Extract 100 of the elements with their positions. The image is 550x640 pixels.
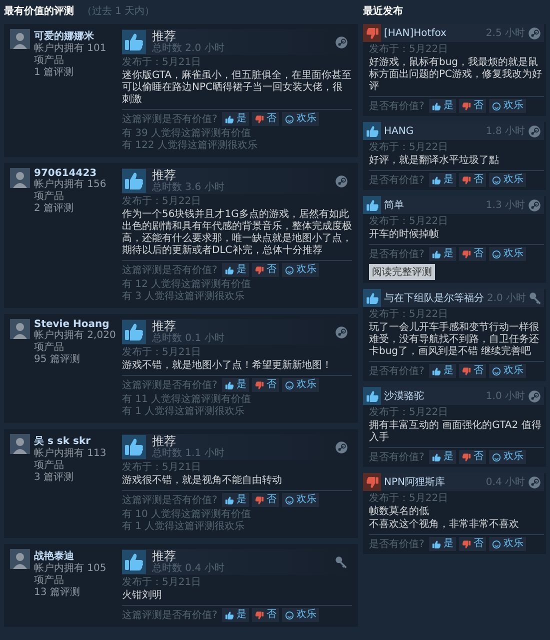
vote-button[interactable]: 是 [429,450,456,464]
helpful-prompt: 这篇评测是否有价值? [122,264,218,277]
posted-date: 发布于：5月21日 [122,577,202,589]
playtime: 总时数 1.1 小时 [152,448,226,460]
helpful-prompt: 是否有价值? [369,248,424,261]
thumbs-down-icon [462,366,472,376]
author-name[interactable]: 可爱的娜娜米 [34,29,116,43]
vote-button[interactable]: 是 [222,493,250,507]
verdict-label: 推荐 [152,549,177,563]
thumbs-down-icon [255,610,264,620]
vote-button[interactable]: 否 [252,493,280,507]
vote-button[interactable]: 欢乐 [282,263,320,277]
smiley-icon [285,114,294,124]
vote-button[interactable]: 欢乐 [489,364,526,378]
posted-date: 发布于：5月22日 [122,196,202,208]
vote-button[interactable]: 欢乐 [489,99,526,113]
author-name[interactable]: HANG [384,126,483,136]
vote-button[interactable]: 是 [429,537,456,551]
funny-count: 有 1 人觉得这篇评测很欢乐 [122,406,246,418]
vote-button[interactable]: 欢乐 [489,537,526,551]
helpful-prompt: 这篇评测是否有价值? [122,112,218,126]
avatar-icon [10,319,30,339]
review-text: 帧数莫名的低 [369,506,430,518]
author-name[interactable]: 沙漠骆驼 [384,389,483,403]
product-count: 帐户内拥有 156 项产品 [34,179,108,202]
vote-button[interactable]: 欢乐 [282,112,320,126]
vote-button[interactable]: 是 [429,99,456,113]
thumbs-down-icon [462,452,472,462]
author-name[interactable]: 战艳泰迪 [34,549,116,563]
product-count: 帐户内拥有 105 项产品 [34,563,108,586]
author-name[interactable]: Stevie Hoang [34,319,116,330]
smiley-icon [492,452,502,462]
vote-button[interactable]: 否 [459,450,486,464]
avatar-icon [10,29,30,49]
thumbs-up-icon [225,610,234,620]
vote-button[interactable]: 欢乐 [489,247,526,261]
thumbs-down-icon [462,540,472,548]
helpful-prompt: 是否有价值? [369,174,424,187]
vote-button[interactable]: 否 [459,364,486,378]
review-text: 开车的时候掉帧 [369,229,440,241]
vote-button[interactable]: 否 [459,247,486,261]
helpful-prompt: 这篇评测是否有价值? [122,494,218,507]
review-count: 3 篇评测 [34,472,75,484]
smiley-icon [285,496,294,504]
thumbs-down-icon [462,102,472,110]
playtime: 2.0 小时 [487,292,526,305]
vote-button[interactable]: 是 [429,364,456,378]
thumbs-down-icon [255,496,264,504]
thumbs-up-icon [432,250,442,258]
vote-button[interactable]: 是 [429,173,456,187]
vote-button[interactable]: 欢乐 [489,173,526,187]
product-count: 帐户内拥有 2,020 项产品 [34,330,116,354]
author-name[interactable]: NPN阿狸斯库 [384,475,483,489]
thumbs-down-icon [462,176,472,184]
read-more-link[interactable]: 阅读完整评测 [369,264,435,280]
vote-button[interactable]: 否 [459,537,486,551]
playtime: 0.4 小时 [486,476,525,489]
verdict-label: 推荐 [152,168,177,182]
author-name[interactable]: 970614423 [34,168,116,179]
author-name[interactable]: 吴 s sk skr [34,434,116,448]
thumbs-up-icon [432,102,442,110]
vote-button[interactable]: 是 [222,263,250,277]
author-name[interactable]: 与在下组队是尔等福分 [384,291,484,305]
review-text: 拥有丰富互动的 画面强化的GTA2 值得入手 [369,420,542,444]
author-name[interactable]: [HAN]Hotfox [384,28,483,38]
helpful-prompt: 是否有价值? [369,365,424,378]
helpful-prompt: 这篇评测是否有价值? [122,608,218,622]
smiley-icon [492,102,502,110]
section-title: 最近发布 [363,4,403,18]
vote-button[interactable]: 是 [429,247,456,261]
vote-button[interactable]: 否 [252,263,280,277]
funny-count: 有 3 人觉得这篇评测很欢乐 [122,291,246,303]
vote-button[interactable]: 欢乐 [282,378,320,392]
vote-button[interactable]: 否 [459,99,486,113]
verdict-label: 推荐 [152,434,177,448]
vote-button[interactable]: 否 [459,173,486,187]
vote-button[interactable]: 否 [252,608,280,622]
thumbs-up-icon [225,496,234,504]
funny-count: 有 122 人觉得这篇评测很欢乐 [122,140,258,152]
thumbs-up-icon [432,366,442,376]
author-name[interactable]: 简单 [384,198,483,212]
vote-button[interactable]: 否 [252,378,280,392]
review-count: 2 篇评测 [34,203,75,215]
thumbs-up-icon [432,176,442,184]
smiley-icon [285,266,294,274]
vote-button[interactable]: 欢乐 [489,450,526,464]
smiley-icon [492,176,502,184]
playtime: 2.5 小时 [486,26,525,40]
posted-date: 发布于：5月22日 [369,44,450,56]
posted-date: 发布于：5月21日 [122,57,202,69]
vote-button[interactable]: 是 [222,378,250,392]
vote-button[interactable]: 欢乐 [282,493,320,507]
vote-button[interactable]: 否 [252,112,280,126]
thumbs-up-icon [225,380,234,390]
vote-button[interactable]: 欢乐 [282,608,320,622]
vote-button[interactable]: 是 [222,112,250,126]
vote-button[interactable]: 是 [222,608,250,622]
review-text: 游戏不错，就是地图小了点！希望更新新地图！ [122,360,333,372]
posted-date: 发布于：5月22日 [369,142,450,154]
product-count: 帐户内拥有 113 项产品 [34,448,108,472]
